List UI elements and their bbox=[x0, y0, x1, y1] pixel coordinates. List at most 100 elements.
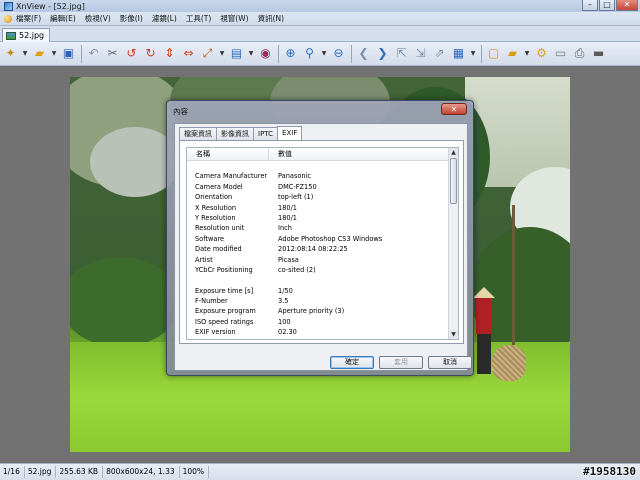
rotate-right-icon[interactable]: ↻ bbox=[143, 46, 158, 61]
exif-row[interactable]: Exposure time [s] 1/50 bbox=[187, 286, 449, 296]
close-window-button[interactable]: ✕ bbox=[616, 0, 638, 11]
tab-iptc[interactable]: IPTC bbox=[253, 127, 279, 140]
browser-dropdown-icon[interactable]: ▼ bbox=[22, 46, 28, 61]
print-icon[interactable]: ⎙ bbox=[572, 46, 587, 61]
scroll-thumb[interactable] bbox=[450, 158, 457, 204]
exif-row[interactable]: YCbCr Positioning co-sited (2) bbox=[187, 265, 449, 275]
maximize-button[interactable]: □ bbox=[599, 0, 615, 11]
properties-icon[interactable]: ▢ bbox=[486, 46, 501, 61]
exif-row[interactable]: Orientation top-left (1) bbox=[187, 192, 449, 202]
menu-filter[interactable]: 濾鏡(L) bbox=[152, 13, 177, 24]
exif-row-name: Camera Model bbox=[195, 182, 243, 191]
export-dropdown-icon[interactable]: ▼ bbox=[524, 46, 530, 61]
exif-row[interactable]: X Resolution 180/1 bbox=[187, 203, 449, 213]
exif-row-name: X Resolution bbox=[195, 203, 237, 212]
exif-row[interactable] bbox=[187, 161, 449, 171]
column-header-name[interactable]: 名稱 bbox=[187, 148, 269, 160]
export-icon[interactable]: ▰ bbox=[505, 46, 520, 61]
exif-scrollbar[interactable]: ▲ ▼ bbox=[448, 148, 458, 339]
resize-icon[interactable]: ⤢ bbox=[200, 46, 215, 61]
exif-row-name: YCbCr Positioning bbox=[195, 265, 253, 274]
next-icon[interactable]: ❯ bbox=[375, 46, 390, 61]
exif-row-name: Software bbox=[195, 234, 225, 243]
exif-row[interactable]: F-Number 3.5 bbox=[187, 296, 449, 306]
color-icon[interactable]: ◉ bbox=[258, 46, 273, 61]
menu-file[interactable]: 檔案(F) bbox=[16, 13, 41, 24]
first-icon[interactable]: ⇱ bbox=[394, 46, 409, 61]
scan-icon[interactable]: ▬ bbox=[591, 46, 606, 61]
apply-button[interactable]: 套用 bbox=[379, 356, 423, 369]
exif-row-name: EXIF version bbox=[195, 328, 236, 337]
menu-tools[interactable]: 工具(T) bbox=[186, 13, 211, 24]
goto-icon[interactable]: ⇗ bbox=[432, 46, 447, 61]
exif-row[interactable]: Resolution unit Inch bbox=[187, 223, 449, 233]
dialog-tabs: 檔案資訊 影像資訊 IPTC EXIF bbox=[179, 126, 303, 140]
menu-view[interactable]: 檢視(V) bbox=[85, 13, 111, 24]
last-icon[interactable]: ⇲ bbox=[413, 46, 428, 61]
app-menu-icon[interactable] bbox=[4, 14, 12, 23]
slideshow-dropdown-icon[interactable]: ▼ bbox=[470, 46, 476, 61]
exif-row[interactable]: Camera Manufacturer Panasonic bbox=[187, 171, 449, 181]
minimize-button[interactable]: – bbox=[582, 0, 598, 11]
menu-info[interactable]: 資訊(N) bbox=[258, 13, 284, 24]
exif-row[interactable]: Date modified 2012:08:14 08:22:25 bbox=[187, 244, 449, 254]
status-index: 1/16 bbox=[0, 466, 25, 478]
open-folder-icon[interactable]: ▰ bbox=[32, 46, 47, 61]
toolbar: ✦ ▼ ▰ ▼ ▣ ↶ ✂ ↺ ↻ ⇕ ⇔ ⤢ ▼ ▤ ▼ ◉ ⊕ ⚲ ▼ ⊖ … bbox=[0, 42, 640, 66]
exif-row[interactable]: ISO speed ratings 100 bbox=[187, 317, 449, 327]
menu-window[interactable]: 視窗(W) bbox=[220, 13, 248, 24]
scroll-down-icon[interactable]: ▼ bbox=[449, 330, 458, 339]
slideshow-icon[interactable]: ▦ bbox=[451, 46, 466, 61]
document-tab[interactable]: 52.jpg bbox=[2, 28, 50, 42]
tab-file-info[interactable]: 檔案資訊 bbox=[179, 127, 217, 140]
cut-icon[interactable]: ✂ bbox=[105, 46, 120, 61]
column-header-value[interactable]: 數值 bbox=[269, 148, 449, 160]
scroll-up-icon[interactable]: ▲ bbox=[449, 148, 458, 157]
resize-dropdown-icon[interactable]: ▼ bbox=[219, 46, 225, 61]
save-icon[interactable]: ▣ bbox=[61, 46, 76, 61]
exif-row-value bbox=[269, 275, 449, 285]
window-title: XnView - [52.jpg] bbox=[16, 1, 85, 11]
exif-row[interactable]: Software Adobe Photoshop CS3 Windows bbox=[187, 234, 449, 244]
exif-row-name: F-Number bbox=[195, 297, 228, 306]
flip-vertical-icon[interactable]: ⇕ bbox=[162, 46, 177, 61]
adjust-dropdown-icon[interactable]: ▼ bbox=[248, 46, 254, 61]
tab-image-info[interactable]: 影像資訊 bbox=[216, 127, 254, 140]
ok-button[interactable]: 確定 bbox=[330, 356, 374, 369]
capture-icon[interactable]: ▭ bbox=[553, 46, 568, 61]
exif-row-value: 3.5 bbox=[278, 297, 289, 306]
tab-exif[interactable]: EXIF bbox=[277, 126, 303, 140]
zoom-out-icon[interactable]: ⊖ bbox=[331, 46, 346, 61]
exif-row-value: Aperture priority (3) bbox=[278, 307, 345, 316]
properties-dialog: 內容 ✕ 檔案資訊 影像資訊 IPTC EXIF 名稱 數值 Camera Ma… bbox=[166, 100, 474, 376]
zoom-dropdown-icon[interactable]: ▼ bbox=[321, 46, 327, 61]
exif-row[interactable]: Exposure program Aperture priority (3) bbox=[187, 306, 449, 316]
exif-row[interactable]: Y Resolution 180/1 bbox=[187, 213, 449, 223]
exif-row[interactable]: Artist Picasa bbox=[187, 255, 449, 265]
menu-edit[interactable]: 編輯(E) bbox=[50, 13, 76, 24]
exif-row[interactable] bbox=[187, 275, 449, 285]
exif-row[interactable]: EXIF version 02.30 bbox=[187, 327, 449, 337]
flip-horizontal-icon[interactable]: ⇔ bbox=[181, 46, 196, 61]
zoom-in-icon[interactable]: ⊕ bbox=[283, 46, 298, 61]
dialog-body: 檔案資訊 影像資訊 IPTC EXIF 名稱 數值 Camera Manufac… bbox=[174, 123, 472, 371]
adjust-icon[interactable]: ▤ bbox=[229, 46, 244, 61]
app-icon bbox=[4, 1, 13, 11]
undo-icon[interactable]: ↶ bbox=[86, 46, 101, 61]
settings-icon[interactable]: ⚙ bbox=[534, 46, 549, 61]
browser-icon[interactable]: ✦ bbox=[3, 46, 18, 61]
exif-list[interactable]: 名稱 數值 Camera Manufacturer Panasonic Camera… bbox=[186, 147, 459, 340]
exif-row-value: DMC-FZ150 bbox=[278, 182, 317, 191]
exif-row[interactable]: Camera Model DMC-FZ150 bbox=[187, 182, 449, 192]
menu-bar: 檔案(F) 編輯(E) 檢視(V) 影像(I) 濾鏡(L) 工具(T) 視窗(W… bbox=[0, 12, 640, 26]
cancel-button[interactable]: 取消 bbox=[428, 356, 472, 369]
open-dropdown-icon[interactable]: ▼ bbox=[51, 46, 57, 61]
rotate-left-icon[interactable]: ↺ bbox=[124, 46, 139, 61]
exif-row-value: Inch bbox=[278, 224, 292, 233]
exif-rows: Camera Manufacturer Panasonic Camera Model… bbox=[187, 161, 449, 338]
dialog-close-button[interactable]: ✕ bbox=[441, 103, 467, 115]
menu-image[interactable]: 影像(I) bbox=[120, 13, 143, 24]
exif-row-value: 2012:08:14 08:22:25 bbox=[278, 245, 348, 254]
zoom-icon[interactable]: ⚲ bbox=[302, 46, 317, 61]
previous-icon[interactable]: ❮ bbox=[356, 46, 371, 61]
